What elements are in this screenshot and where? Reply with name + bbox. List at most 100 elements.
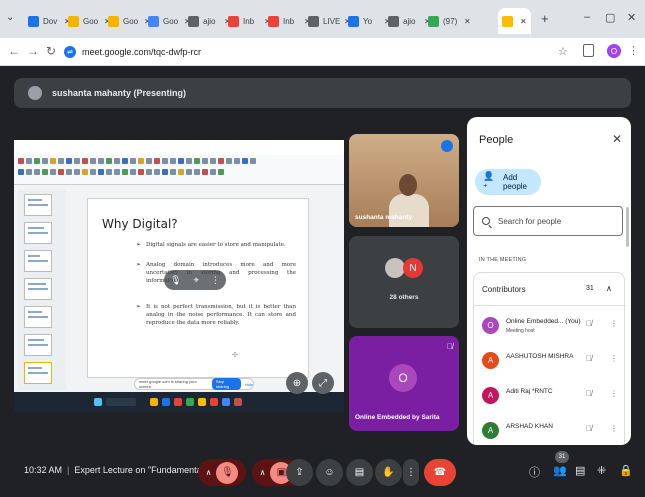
self-name: Online Embedded by Sarita xyxy=(355,414,440,421)
participant-row[interactable]: A Aditi Raj *RNTC 🎙̸ ⋮ xyxy=(474,381,626,411)
collapse-chevron-icon[interactable]: ∧ xyxy=(606,284,612,293)
minimize-icon[interactable]: – xyxy=(584,11,590,23)
participant-row[interactable]: A AASHUTOSH MISHRA 🎙̸ ⋮ xyxy=(474,346,626,376)
tab-close-icon[interactable]: ✕ xyxy=(520,17,527,26)
browser-tab[interactable]: ajio✕ xyxy=(188,8,231,34)
browser-menu-icon[interactable]: ⋮ xyxy=(628,44,639,57)
presenter-banner: sushanta mahanty (Presenting) xyxy=(14,78,631,108)
others-count: 28 others xyxy=(389,294,419,301)
reload-icon[interactable]: ↻ xyxy=(46,44,56,58)
mute-tile-icon[interactable]: 🎙 xyxy=(170,275,181,286)
browser-tab[interactable]: (97) ✕ xyxy=(428,8,471,34)
url-field[interactable]: ⇌ meet.google.com/tqc-dwfp-rcr xyxy=(64,42,544,62)
browser-tab[interactable]: Goo✕ xyxy=(148,8,191,34)
tile-overlay-controls[interactable]: 🎙 ⌖ ⋮ xyxy=(164,270,226,290)
mic-options-chevron-icon[interactable]: ∧ xyxy=(206,468,212,477)
browser-tab[interactable]: Inb✕ xyxy=(268,8,311,34)
url-text: meet.google.com/tqc-dwfp-rcr xyxy=(82,47,202,57)
hang-up-icon: ☎ xyxy=(433,467,447,478)
participant-name: AASHUTOSH MISHRA xyxy=(506,353,574,360)
search-people-input[interactable]: Search for people xyxy=(473,206,623,236)
mic-off-icon[interactable]: 🎙̸ xyxy=(586,389,592,398)
tab-label: Inb xyxy=(283,16,295,26)
camera-options-chevron-icon[interactable]: ∧ xyxy=(260,468,266,477)
participant-more-icon[interactable]: ⋮ xyxy=(610,424,618,433)
tab-label: ajio xyxy=(203,16,216,26)
browser-tab[interactable]: LIVE✕ xyxy=(308,8,351,34)
participant-avatar: A xyxy=(482,422,499,439)
panel-scrollbar[interactable] xyxy=(626,207,629,247)
tab-active-meet[interactable]: ✕ xyxy=(498,8,531,34)
browser-tab[interactable]: Inb✕ xyxy=(228,8,271,34)
chat-icon[interactable]: ▤ xyxy=(575,464,585,477)
close-icon[interactable]: ✕ xyxy=(612,132,622,146)
participant-more-icon[interactable]: ⋮ xyxy=(610,319,618,328)
participant-more-icon[interactable]: ⋮ xyxy=(610,354,618,363)
maximize-icon[interactable]: ▢ xyxy=(605,11,615,24)
captions-button[interactable]: ▤ xyxy=(346,459,373,486)
stop-sharing-button[interactable]: Stop sharing xyxy=(211,378,241,390)
meeting-title: Expert Lecture on "Fundamental ... xyxy=(74,465,214,475)
tab-label: Goo xyxy=(83,16,99,26)
host-controls-icon[interactable]: 🔒 xyxy=(619,464,633,477)
close-window-icon[interactable]: ✕ xyxy=(627,11,636,24)
forward-icon[interactable]: → xyxy=(27,44,39,58)
zoom-in-icon[interactable]: ⊕ xyxy=(286,372,308,394)
new-tab-icon[interactable]: + xyxy=(541,11,549,26)
mic-off-icon: 🎙̸ xyxy=(447,342,453,351)
tab-label: Yo xyxy=(363,16,373,26)
participant-name: ARSHAD KHAN xyxy=(506,423,553,430)
participant-role: Meeting host xyxy=(506,328,535,334)
tab-close-icon[interactable]: ✕ xyxy=(464,17,471,26)
hide-button[interactable]: Hide xyxy=(245,382,253,387)
meet-favicon-icon xyxy=(502,15,513,27)
tab-label: Goo xyxy=(163,16,179,26)
browser-tab[interactable]: Dov✕ xyxy=(28,8,71,34)
mic-off-icon[interactable]: 🎙 xyxy=(216,461,239,484)
participant-name: Online Embedded... (You) xyxy=(506,318,581,325)
more-options-button[interactable]: ⋮ xyxy=(403,459,419,486)
browser-tab[interactable]: ajio✕ xyxy=(388,8,431,34)
windows-taskbar xyxy=(14,392,344,412)
reactions-button[interactable]: ☺ xyxy=(316,459,343,486)
browser-tab[interactable]: Goo✕ xyxy=(108,8,151,34)
raise-hand-button[interactable]: ✋ xyxy=(375,459,402,486)
slide-cursor-icon: ✣ xyxy=(232,352,238,359)
mic-off-icon[interactable]: 🎙̸ xyxy=(586,424,592,433)
mic-off-icon[interactable]: 🎙̸ xyxy=(586,319,592,328)
present-button[interactable]: ⇪ xyxy=(286,459,313,486)
leave-call-button[interactable]: ☎ xyxy=(424,459,456,486)
pin-tile-icon[interactable]: ⌖ xyxy=(194,275,199,286)
tab-favicon-icon xyxy=(68,15,79,27)
add-people-button[interactable]: 👤⁺ Add people xyxy=(475,169,541,195)
participant-row[interactable]: A ARSHAD KHAN 🎙̸ ⋮ xyxy=(474,416,626,445)
address-bar: ← → ↻ ⇌ meet.google.com/tqc-dwfp-rcr ☆ O… xyxy=(0,38,645,66)
browser-tab[interactable]: Goo✕ xyxy=(68,8,111,34)
bookmark-star-icon[interactable]: ☆ xyxy=(558,45,568,58)
back-icon[interactable]: ← xyxy=(8,44,20,58)
sharing-notification: meet.google.com is sharing your screen. … xyxy=(134,378,254,390)
tab-search-icon[interactable]: ⌄ xyxy=(6,12,18,26)
site-info-icon[interactable]: ⇌ xyxy=(64,46,76,58)
self-tile[interactable]: 🎙̸ O Online Embedded by Sarita xyxy=(349,336,459,431)
browser-tab[interactable]: Yo✕ xyxy=(348,8,391,34)
tile-more-icon[interactable]: ⋮ xyxy=(211,275,220,286)
tab-label: Inb xyxy=(243,16,255,26)
speaker-tile[interactable]: sushanta mahanty xyxy=(349,134,459,227)
profile-avatar[interactable]: O xyxy=(607,44,621,58)
people-icon[interactable]: 👥 xyxy=(553,464,567,477)
mic-button[interactable]: ∧ 🎙 xyxy=(198,459,246,486)
activities-icon[interactable]: ⁜ xyxy=(597,464,606,477)
participant-more-icon[interactable]: ⋮ xyxy=(610,389,618,398)
meeting-details-icon[interactable]: ⓘ xyxy=(529,464,540,480)
taskbar-search-icon xyxy=(106,398,136,406)
hand-icon: ✋ xyxy=(382,467,395,478)
participant-row[interactable]: O Online Embedded... (You) Meeting host 🎙̸ ⋮ xyxy=(474,311,626,341)
shared-screen[interactable]: Why Digital? ➢ Digital signals are easier… xyxy=(14,140,344,412)
tab-label: ajio xyxy=(403,16,416,26)
fullscreen-icon[interactable]: ⤢ xyxy=(312,372,334,394)
others-tile[interactable]: N 28 others xyxy=(349,236,459,328)
mic-off-icon[interactable]: 🎙̸ xyxy=(586,354,592,363)
contributors-count: 31 xyxy=(586,285,594,292)
side-panel-icon[interactable] xyxy=(583,44,594,57)
